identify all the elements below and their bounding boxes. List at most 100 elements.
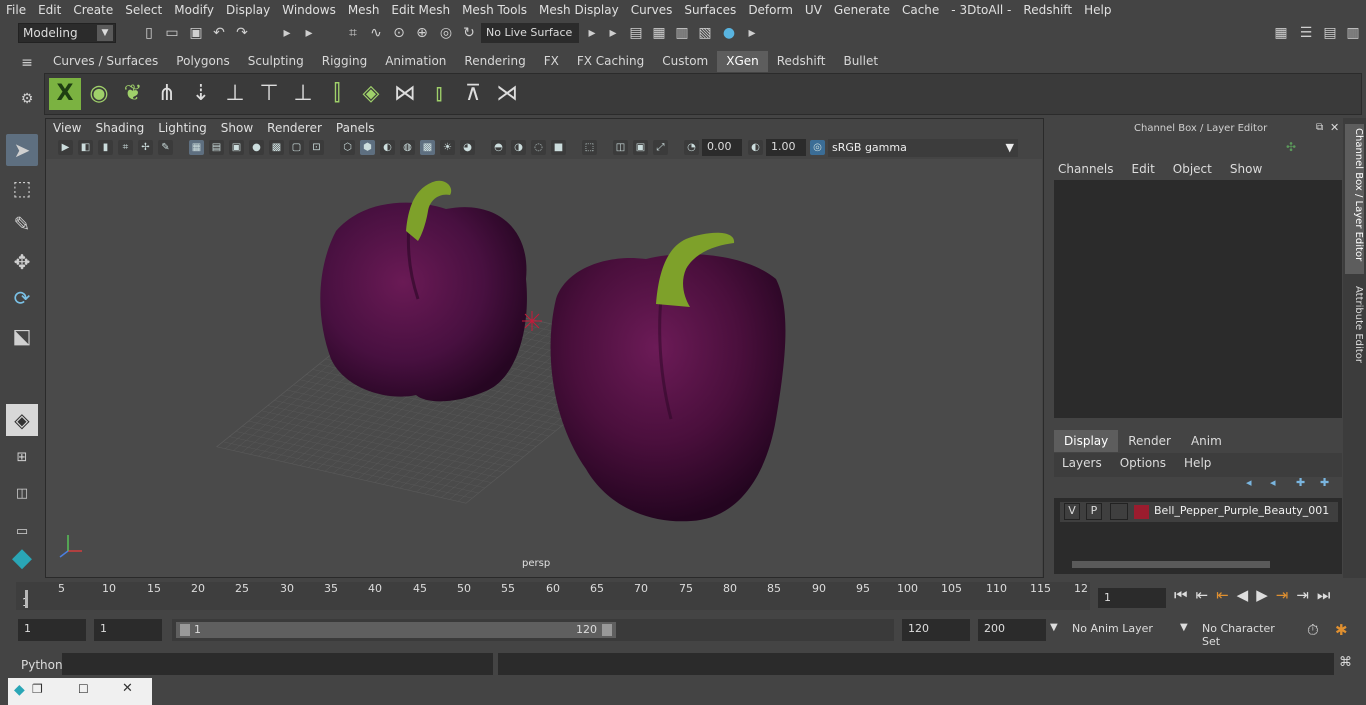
menu-edit[interactable]: Edit [32, 3, 67, 17]
range-handle-left[interactable] [180, 624, 190, 636]
xgen-add-icon[interactable]: ⊥ [219, 78, 251, 110]
layer-color-swatch[interactable] [1134, 505, 1149, 519]
channel-list[interactable] [1054, 180, 1342, 418]
gamma-icon[interactable]: ◐ [748, 140, 763, 155]
layer-scrollbar[interactable] [1060, 559, 1338, 570]
film-gate-icon[interactable]: ▤ [209, 140, 224, 155]
workspace-icon[interactable]: ▦ [1272, 24, 1290, 42]
tab-display[interactable]: Display [1054, 430, 1119, 452]
mode-selector[interactable]: Modeling ▼ [18, 23, 116, 43]
menu-3dtoall[interactable]: - 3DtoAll - [945, 3, 1017, 17]
toggle-channel-box-icon[interactable]: ☰ [1297, 24, 1315, 42]
resolution-gate-icon[interactable]: ▣ [229, 140, 244, 155]
xgen-layer-icon[interactable]: ◈ [355, 78, 387, 110]
command-language[interactable]: Python [21, 658, 63, 672]
scene-start-field[interactable]: 1 [18, 619, 86, 641]
menu-modify[interactable]: Modify [168, 3, 220, 17]
smooth-shade-icon[interactable]: ⬢ [360, 140, 375, 155]
close-icon[interactable]: ✕ [1330, 121, 1339, 134]
toggle-attribute-editor-icon[interactable]: ▤ [1321, 24, 1339, 42]
layer-type-toggle[interactable] [1110, 503, 1128, 520]
move-layer-down-icon[interactable]: ◂ [1270, 476, 1276, 489]
tab-rendering[interactable]: Rendering [455, 51, 535, 72]
xray-components-icon[interactable]: ▣ [633, 140, 648, 155]
playback-end-field[interactable]: 120 [902, 619, 970, 641]
tab-anim[interactable]: Anim [1181, 430, 1232, 452]
close-icon[interactable]: ✕ [122, 681, 133, 696]
menu-display[interactable]: Display [220, 3, 276, 17]
new-layer-selected-icon[interactable]: ✚ [1320, 476, 1329, 489]
menu-surfaces[interactable]: Surfaces [678, 3, 742, 17]
ambient-occlusion-icon[interactable]: ◕ [460, 140, 475, 155]
live-surface-field[interactable]: No Live Surface [481, 23, 579, 43]
rotate-tool-icon[interactable]: ⟳ [6, 282, 38, 314]
xgen-clump-icon[interactable]: ⊼ [457, 78, 489, 110]
xray-joints-icon[interactable]: ◫ [613, 140, 628, 155]
command-input[interactable] [62, 653, 493, 675]
viewport-menu-shading[interactable]: Shading [88, 120, 151, 138]
new-scene-icon[interactable]: ▯ [140, 24, 158, 42]
xgen-select-guide-icon[interactable]: ⊤ [253, 78, 285, 110]
xgen-preview-icon[interactable]: ◉ [83, 78, 115, 110]
layer-row[interactable]: V P Bell_Pepper_Purple_Beauty_001 [1060, 502, 1338, 522]
color-space-dropdown[interactable]: sRGB gamma ▼ [828, 139, 1018, 157]
float-panel-icon[interactable]: ⧉ [1316, 122, 1323, 133]
menu-cache[interactable]: Cache [896, 3, 945, 17]
viewport-menu-view[interactable]: View [46, 120, 88, 138]
range-handle-right[interactable] [602, 624, 612, 636]
scene-end-field[interactable]: 200 [978, 619, 1046, 641]
collapse-arrow-icon[interactable]: ▸ [743, 24, 761, 42]
xgen-leaf-icon[interactable]: ❦ [117, 78, 149, 110]
move-tool-icon[interactable]: ✥ [6, 246, 38, 278]
viewport-menu-panels[interactable]: Panels [329, 120, 382, 138]
image-plane-icon[interactable]: ✢ [138, 140, 153, 155]
range-slider-thumb[interactable]: 1 120 [176, 622, 616, 638]
shelf-menu-icon[interactable]: ≡ [18, 54, 36, 72]
menu-channels[interactable]: Channels [1058, 162, 1114, 176]
script-editor-icon[interactable]: ⌘ [1339, 655, 1352, 670]
undo-icon[interactable]: ↶ [210, 24, 228, 42]
range-slider[interactable]: 1 120 [172, 619, 894, 641]
step-back-key-icon[interactable]: ⇤ [1196, 586, 1209, 604]
xray-icon[interactable]: ⬚ [582, 140, 597, 155]
move-layer-up-icon[interactable]: ◂ [1246, 476, 1252, 489]
menu-show[interactable]: Show [1230, 162, 1262, 176]
color-management-icon[interactable]: ◎ [810, 140, 825, 155]
tab-sculpting[interactable]: Sculpting [238, 51, 313, 72]
go-to-end-icon[interactable]: ⏭ [1317, 586, 1331, 604]
collapse-arrow-icon[interactable]: ▸ [278, 24, 296, 42]
layer-name[interactable]: Bell_Pepper_Purple_Beauty_001 [1154, 504, 1329, 517]
snap-live-icon[interactable]: ↻ [460, 24, 478, 42]
open-scene-icon[interactable]: ▭ [163, 24, 181, 42]
play-forward-icon[interactable]: ▶ [1256, 586, 1268, 604]
tab-attribute-editor[interactable]: Attribute Editor [1345, 286, 1364, 376]
scrollbar-thumb[interactable] [1072, 561, 1270, 568]
layout-quad-icon[interactable]: ⊞ [6, 442, 38, 474]
menu-uv[interactable]: UV [799, 3, 828, 17]
tab-xgen[interactable]: XGen [717, 51, 768, 72]
step-forward-key-icon[interactable]: ⇥ [1296, 586, 1309, 604]
depth-of-field-icon[interactable]: ◌ [531, 140, 546, 155]
bookmark-icon[interactable]: ▮ [98, 140, 113, 155]
viewport-menu-renderer[interactable]: Renderer [260, 120, 329, 138]
layout-two-pane-icon[interactable]: ◫ [6, 478, 38, 510]
tab-rigging[interactable]: Rigging [312, 51, 377, 72]
menu-mesh[interactable]: Mesh [342, 3, 386, 17]
wireframe-icon[interactable]: ⬡ [340, 140, 355, 155]
tab-polygons[interactable]: Polygons [167, 51, 239, 72]
character-set-dropdown[interactable]: No Character Set [1196, 619, 1300, 648]
motion-blur-icon[interactable]: ◓ [491, 140, 506, 155]
menu-deform[interactable]: Deform [742, 3, 799, 17]
current-frame-field[interactable]: 1 [1098, 588, 1166, 608]
field-chart-icon[interactable]: ▩ [269, 140, 284, 155]
tab-fx-caching[interactable]: FX Caching [567, 51, 654, 72]
viewport-menu-show[interactable]: Show [214, 120, 260, 138]
xgen-hair-icon[interactable]: ⫾ [423, 78, 455, 110]
new-layer-icon[interactable]: ✚ [1296, 476, 1305, 489]
layer-playback-toggle[interactable]: P [1086, 503, 1102, 520]
hypershade-icon[interactable]: ● [720, 24, 738, 42]
xgen-add-guide-icon[interactable]: ⋔ [151, 78, 183, 110]
maximize-icon[interactable]: ☐ [78, 682, 89, 696]
snap-view-icon[interactable]: ⊕ [413, 24, 431, 42]
menu-options[interactable]: Options [1120, 456, 1166, 470]
